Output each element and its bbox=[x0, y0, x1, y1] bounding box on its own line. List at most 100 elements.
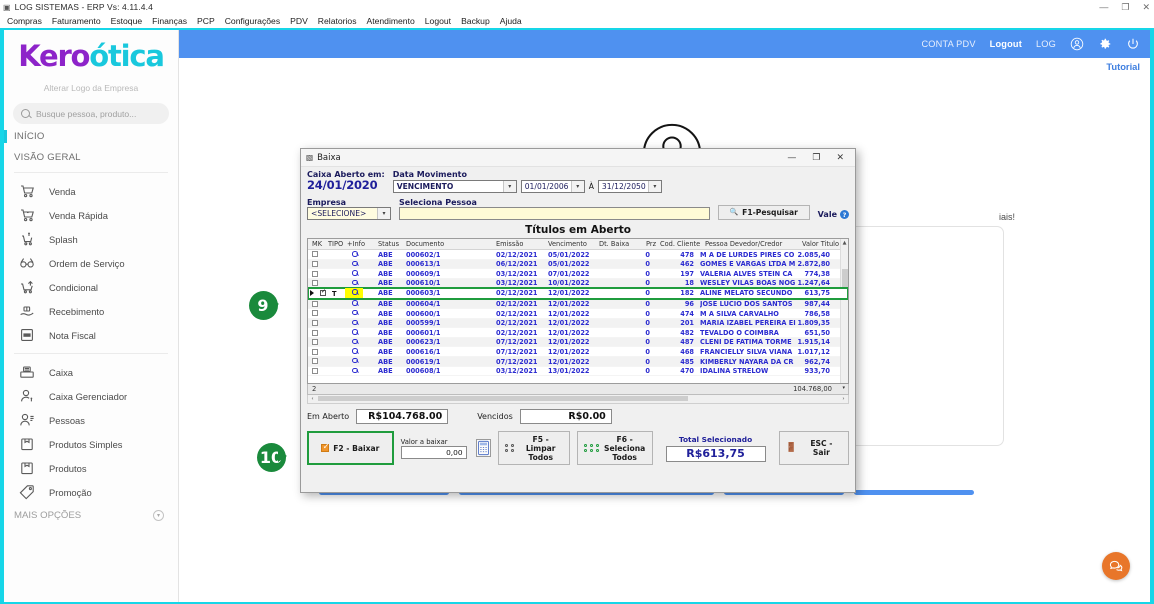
row-checkbox[interactable] bbox=[312, 319, 318, 326]
row-info-search-icon[interactable] bbox=[352, 338, 358, 345]
pesquisar-button[interactable]: 🔍 F1-Pesquisar bbox=[717, 205, 810, 220]
chevron-down-icon[interactable]: ▾ bbox=[842, 385, 845, 391]
chevron-down-icon[interactable]: ▾ bbox=[502, 181, 516, 192]
table-row[interactable]: ABE 000613/1 06/12/2021 05/01/2022 0 462 GOMES… bbox=[308, 259, 848, 270]
seleciona-todos-button[interactable]: F6 - Seleciona Todos bbox=[576, 431, 653, 465]
chevron-down-icon[interactable]: ▾ bbox=[647, 181, 661, 192]
chevron-down-circle-icon[interactable]: ▾ bbox=[153, 510, 164, 521]
scroll-right-icon[interactable]: › bbox=[839, 395, 848, 402]
valor-a-baixar-input[interactable]: 0,00 bbox=[400, 445, 467, 459]
menu-item-configuracoes[interactable]: Configurações bbox=[220, 14, 285, 28]
brand-logo[interactable]: Keroótica bbox=[4, 30, 178, 78]
table-row[interactable]: ABE 000604/1 02/12/2021 12/01/2022 0 96 JOSE L… bbox=[308, 299, 848, 309]
chevron-down-icon[interactable]: ▾ bbox=[570, 181, 584, 192]
table-row[interactable]: ABE 000600/1 02/12/2021 12/01/2022 0 474 M A S… bbox=[308, 309, 848, 319]
logout-link[interactable]: Logout bbox=[990, 39, 1022, 49]
power-icon[interactable] bbox=[1126, 37, 1140, 51]
menu-item-logout[interactable]: Logout bbox=[420, 14, 456, 28]
tutorial-link[interactable]: Tutorial bbox=[1106, 61, 1140, 72]
row-checkbox[interactable] bbox=[312, 270, 318, 277]
row-checkbox[interactable] bbox=[312, 329, 318, 336]
row-checkbox[interactable] bbox=[320, 288, 326, 296]
scroll-thumb[interactable] bbox=[842, 269, 848, 289]
dialog-close-icon[interactable]: ✕ bbox=[836, 153, 844, 163]
menu-item-estoque[interactable]: Estoque bbox=[106, 14, 148, 28]
row-checkbox[interactable] bbox=[312, 358, 318, 365]
sidebar-item-recebimento[interactable]: Recebimento bbox=[4, 299, 178, 323]
sidebar-section-visao-geral[interactable]: VISÃO GERAL bbox=[4, 145, 178, 166]
pessoa-input[interactable] bbox=[399, 207, 710, 220]
date-to-input[interactable]: 31/12/2050 ▾ bbox=[597, 180, 662, 193]
data-movimento-select[interactable]: VENCIMENTO ▾ bbox=[392, 180, 517, 193]
row-checkbox[interactable] bbox=[312, 310, 318, 317]
log-link[interactable]: LOG bbox=[1036, 39, 1056, 49]
titulos-grid[interactable]: MK TIPO +Info Status Documento Emissão V… bbox=[307, 238, 849, 384]
menubar[interactable]: Compras Faturamento Estoque Finanças PCP… bbox=[0, 14, 1154, 28]
date-from-input[interactable]: 01/01/2006 ▾ bbox=[520, 180, 585, 193]
search-input[interactable]: Busque pessoa, produto... bbox=[13, 103, 169, 124]
sidebar-item-caixa-gerenciador[interactable]: Caixa Gerenciador bbox=[4, 384, 178, 408]
sidebar-item-produtos-simples[interactable]: Produtos Simples bbox=[4, 432, 178, 456]
row-checkbox[interactable] bbox=[312, 280, 318, 287]
conta-pdv-link[interactable]: CONTA PDV bbox=[921, 39, 975, 49]
sidebar-item-produtos[interactable]: Produtos bbox=[4, 456, 178, 480]
logo-subtitle[interactable]: Alterar Logo da Empresa bbox=[4, 83, 178, 93]
menu-item-financas[interactable]: Finanças bbox=[147, 14, 192, 28]
chat-bubble-icon[interactable] bbox=[1102, 552, 1130, 580]
row-info-search-icon[interactable] bbox=[352, 270, 358, 276]
row-info-search-icon[interactable] bbox=[352, 319, 358, 326]
grid-vertical-scrollbar[interactable]: ▲ bbox=[840, 239, 848, 383]
row-info-search-icon[interactable] bbox=[352, 260, 358, 267]
grid-horizontal-scrollbar[interactable]: ‹ › bbox=[307, 395, 849, 404]
row-info-search-icon[interactable] bbox=[352, 348, 358, 354]
empresa-select[interactable]: <SELECIONE> ▾ bbox=[307, 207, 391, 220]
table-row[interactable]: ABE 000609/1 03/12/2021 07/01/2022 0 197 VALER… bbox=[308, 269, 848, 279]
menu-item-atendimento[interactable]: Atendimento bbox=[362, 14, 420, 28]
close-icon[interactable]: ✕ bbox=[1142, 2, 1150, 12]
row-info-search-icon[interactable] bbox=[352, 279, 358, 286]
sidebar-item-nota-fiscal[interactable]: Nota Fiscal bbox=[4, 323, 178, 347]
sidebar-item-condicional[interactable]: Condicional bbox=[4, 275, 178, 299]
calculator-icon[interactable] bbox=[475, 439, 491, 457]
help-icon[interactable]: ? bbox=[840, 210, 849, 219]
scroll-left-icon[interactable]: ‹ bbox=[308, 395, 317, 402]
vale-group[interactable]: Vale ? bbox=[818, 210, 849, 220]
sidebar-item-venda-rapida[interactable]: Venda Rápida bbox=[4, 203, 178, 227]
menu-item-backup[interactable]: Backup bbox=[456, 14, 495, 28]
scroll-up-icon[interactable]: ▲ bbox=[841, 239, 848, 247]
row-info-search-icon[interactable] bbox=[352, 329, 358, 335]
baixar-button[interactable]: F2 - Baixar bbox=[307, 431, 394, 465]
sidebar-item-splash[interactable]: Splash bbox=[4, 227, 178, 251]
user-circle-icon[interactable] bbox=[1070, 37, 1084, 51]
gear-icon[interactable] bbox=[1098, 37, 1112, 51]
chevron-down-icon[interactable]: ▾ bbox=[377, 208, 390, 219]
minimize-icon[interactable]: — bbox=[1099, 2, 1108, 12]
row-info-search-icon[interactable] bbox=[352, 289, 358, 295]
table-row[interactable]: ABE 000601/1 02/12/2021 12/01/2022 0 482 TEVAL… bbox=[308, 328, 848, 338]
row-checkbox[interactable] bbox=[312, 367, 318, 374]
dialog-minimize-icon[interactable]: — bbox=[787, 153, 796, 163]
row-checkbox[interactable] bbox=[312, 348, 318, 355]
sair-button[interactable]: 🚪 ESC - Sair bbox=[778, 431, 849, 465]
menu-item-compras[interactable]: Compras bbox=[2, 14, 47, 28]
table-row[interactable]: ABE 000608/1 03/12/2021 13/01/2022 0 470 IDALI… bbox=[308, 367, 848, 377]
table-row[interactable]: ABE 000623/1 07/12/2021 12/01/2022 0 487 CLENI… bbox=[308, 337, 848, 348]
sidebar-item-venda[interactable]: Venda bbox=[4, 179, 178, 203]
row-info-search-icon[interactable] bbox=[352, 251, 358, 257]
grid-rows[interactable]: ABE 000602/1 02/12/2021 05/01/2022 0 478 M A D… bbox=[308, 250, 848, 377]
row-checkbox[interactable] bbox=[312, 251, 318, 258]
table-row[interactable]: ABE 000619/1 07/12/2021 12/01/2022 0 485 KIMBE… bbox=[308, 356, 848, 367]
sidebar-item-promocao[interactable]: Promoção bbox=[4, 480, 178, 504]
table-row[interactable]: ABE 000616/1 07/12/2021 12/01/2022 0 468 FRANC… bbox=[308, 347, 848, 357]
menu-item-pdv[interactable]: PDV bbox=[285, 14, 313, 28]
sidebar-section-inicio[interactable]: INÍCIO bbox=[4, 124, 178, 145]
row-checkbox[interactable] bbox=[312, 300, 318, 307]
sidebar-more-options[interactable]: MAIS OPÇÕES ▾ bbox=[4, 504, 178, 521]
row-checkbox[interactable] bbox=[312, 260, 318, 267]
limpar-todos-button[interactable]: F5 -Limpar Todos bbox=[497, 431, 570, 465]
table-row[interactable]: ABE 000610/1 03/12/2021 10/01/2022 0 18 WESLEY… bbox=[308, 278, 848, 289]
sidebar-item-pessoas[interactable]: Pessoas bbox=[4, 408, 178, 432]
maximize-icon[interactable]: ❐ bbox=[1121, 2, 1129, 12]
menu-item-faturamento[interactable]: Faturamento bbox=[47, 14, 106, 28]
menu-item-relatorios[interactable]: Relatorios bbox=[313, 14, 362, 28]
